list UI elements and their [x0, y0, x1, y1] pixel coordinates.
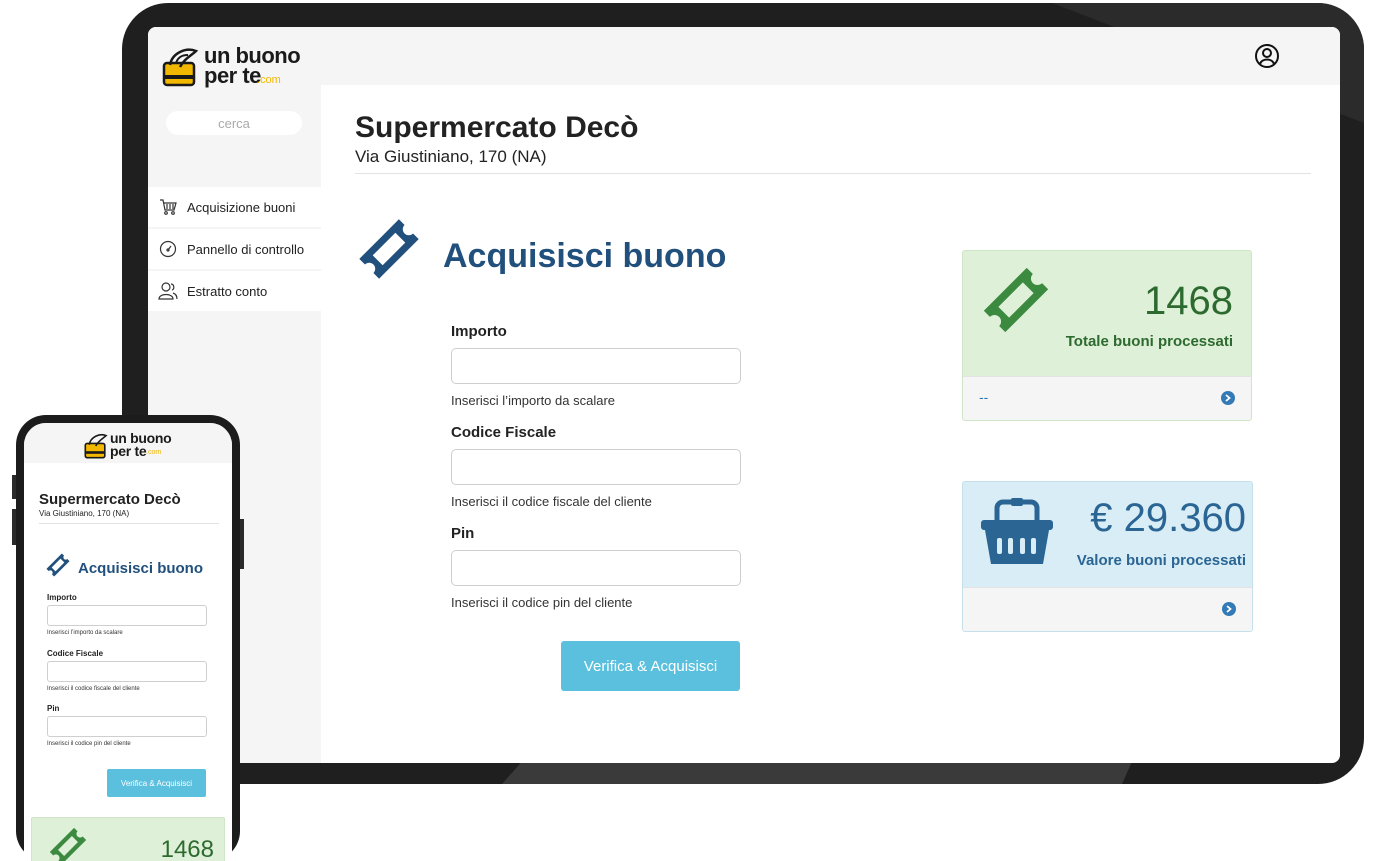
- processed-count: 1468: [160, 836, 214, 861]
- ticket-icon: [983, 267, 1049, 333]
- field-help: Inserisci il codice pin del cliente: [451, 595, 633, 610]
- ticket-icon: [359, 219, 419, 279]
- dashboard-gauge-icon: [158, 239, 178, 259]
- page-title: Supermercato Decò: [355, 111, 639, 144]
- brand-logo[interactable]: un buono per te .com: [84, 431, 184, 461]
- ticket-icon: [46, 553, 70, 577]
- verify-acquire-button[interactable]: Verifica & Acquisisci: [107, 769, 206, 797]
- logo-text-line2: per te: [110, 443, 147, 459]
- search-input[interactable]: [166, 111, 302, 135]
- sidebar-item-pannello-di-controllo[interactable]: Pannello di controllo: [148, 229, 321, 269]
- phone-device: un buono per te .com Supermercato Decò V…: [12, 415, 244, 861]
- field-label: Importo: [47, 593, 77, 602]
- main-content: Supermercato Decò Via Giustiniano, 170 (…: [321, 85, 1340, 763]
- basket-icon: [981, 498, 1053, 564]
- field-codice-fiscale: Codice Fiscale Inserisci il codice fisca…: [47, 648, 207, 704]
- top-bar: [148, 27, 1340, 85]
- field-help: Inserisci il codice fiscale del cliente: [47, 685, 140, 692]
- voucher-value-label: Valore buoni processati: [1076, 552, 1246, 569]
- card-hand-logo-icon: [162, 48, 199, 87]
- sidebar-item-label: Acquisizione buoni: [187, 199, 296, 215]
- importo-input[interactable]: [451, 348, 741, 384]
- processed-label: Totale buoni processati: [1065, 333, 1233, 350]
- field-codice-fiscale: Codice Fiscale Inserisci il codice fisca…: [451, 422, 741, 523]
- brand-logo[interactable]: un buono per te .com: [162, 45, 312, 89]
- processed-count: 1468: [1144, 279, 1233, 323]
- page-title: Supermercato Decò: [39, 491, 181, 508]
- tablet-device: un buono per te .com Acquisizione buoni: [122, 3, 1364, 784]
- codice-fiscale-input[interactable]: [47, 660, 207, 682]
- pin-input[interactable]: [451, 550, 741, 586]
- field-help: Inserisci l’importo da scalare: [47, 630, 123, 636]
- section-title: Acquisisci buono: [78, 560, 204, 577]
- ticket-icon: [49, 827, 87, 861]
- users-icon: [158, 281, 178, 301]
- field-importo: Importo Inserisci l’importo da scalare: [47, 592, 207, 648]
- card-footer[interactable]: --: [963, 376, 1251, 420]
- store-address: Via Giustiniano, 170 (NA): [39, 509, 130, 518]
- card-footer-text: --: [979, 389, 989, 405]
- card-hand-logo-icon: [84, 434, 108, 459]
- voucher-value-card: € 29.360 Valore buoni processati: [962, 481, 1253, 632]
- acquire-form: Importo Inserisci l’importo da scalare C…: [451, 321, 741, 624]
- section-title: Acquisisci buono: [443, 237, 727, 275]
- field-importo: Importo Inserisci l’importo da scalare: [451, 321, 741, 422]
- importo-input[interactable]: [47, 605, 207, 626]
- logo-text-suffix: .com: [146, 449, 162, 456]
- store-address: Via Giustiniano, 170 (NA): [355, 147, 547, 166]
- field-pin: Pin Inserisci il codice pin del cliente: [451, 523, 741, 624]
- field-help: Inserisci il codice fiscale del cliente: [451, 494, 652, 509]
- phone-side-button: [12, 475, 16, 499]
- phone-screen: un buono per te .com Supermercato Decò V…: [24, 423, 232, 861]
- sidebar-nav: Acquisizione buoni Pannello di controllo: [148, 187, 321, 313]
- field-help: Inserisci l’importo da scalare: [451, 393, 616, 408]
- logo-text-suffix: .com: [257, 74, 281, 86]
- voucher-value-amount: € 29.360: [1090, 496, 1246, 540]
- field-label: Importo: [451, 323, 507, 340]
- tablet-screen: un buono per te .com Acquisizione buoni: [148, 27, 1340, 763]
- field-label: Codice Fiscale: [47, 648, 104, 658]
- processed-vouchers-card: 1468 Totale buoni processati --: [962, 250, 1252, 421]
- field-help: Inserisci il codice pin del cliente: [47, 741, 131, 747]
- card-footer[interactable]: [963, 587, 1252, 631]
- field-pin: Pin Inserisci il codice pin del cliente: [47, 703, 207, 759]
- processed-vouchers-card: 1468: [31, 817, 225, 861]
- field-label: Pin: [451, 525, 475, 542]
- logo-text-line2: per te: [204, 63, 261, 88]
- sidebar-item-label: Estratto conto: [187, 283, 268, 299]
- field-label: Pin: [47, 704, 60, 713]
- sidebar-item-acquisizione-buoni[interactable]: Acquisizione buoni: [148, 187, 321, 227]
- arrow-right-circle-icon[interactable]: [1222, 602, 1236, 616]
- arrow-right-circle-icon[interactable]: [1221, 391, 1235, 405]
- sidebar-item-label: Pannello di controllo: [187, 241, 305, 257]
- codice-fiscale-input[interactable]: [451, 449, 741, 485]
- divider: [39, 523, 219, 524]
- field-label: Codice Fiscale: [451, 424, 557, 441]
- acquire-form: Importo Inserisci l’importo da scalare C…: [47, 592, 207, 759]
- sidebar-item-estratto-conto[interactable]: Estratto conto: [148, 271, 321, 311]
- user-circle-icon[interactable]: [1254, 43, 1280, 69]
- divider: [355, 173, 1311, 174]
- phone-side-button: [12, 509, 16, 545]
- verify-acquire-button[interactable]: Verifica & Acquisisci: [561, 641, 740, 691]
- phone-side-button: [240, 519, 244, 569]
- pin-input[interactable]: [47, 716, 207, 737]
- shopping-cart-icon: [158, 197, 178, 217]
